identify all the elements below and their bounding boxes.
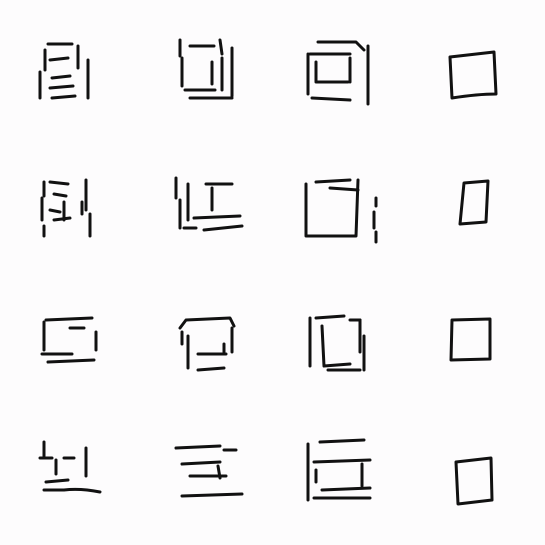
- closed-outline: [448, 50, 498, 100]
- closed-outline: [458, 179, 490, 226]
- cell-r2-c1: [40, 178, 92, 238]
- stroke-fragment: [196, 366, 226, 372]
- stroke-fragment: [48, 208, 62, 214]
- stroke-fragment: [318, 438, 366, 444]
- stroke-fragment: [48, 180, 70, 186]
- cell-r2-c2: [174, 176, 244, 232]
- cell-r4-c2: [174, 444, 244, 498]
- stroke-fragment: [320, 324, 352, 368]
- shape-grid: [38, 38, 498, 506]
- stroke-fragment: [52, 216, 72, 222]
- cell-r3-c1: [40, 316, 98, 364]
- stroke-fragment: [314, 178, 352, 184]
- cell-r4-c4: [454, 456, 494, 506]
- stroke-fragment: [174, 444, 222, 450]
- cell-r3-c2: [178, 316, 236, 372]
- stroke-fragment: [178, 316, 236, 330]
- stroke-fragment: [218, 38, 224, 56]
- stroke-fragment: [44, 478, 70, 484]
- stroke-fragment: [216, 464, 222, 480]
- cell-r4-c3: [306, 438, 372, 502]
- cell-r2-c3: [304, 178, 378, 244]
- cell-r1-c3: [306, 40, 370, 106]
- stroke-fragment: [50, 94, 77, 100]
- stroke-fragment: [48, 84, 75, 90]
- stroke-fragment: [314, 314, 346, 320]
- cell-r3-c4: [449, 317, 492, 362]
- cell-r2-c4: [458, 179, 490, 226]
- cell-r4-c1: [38, 440, 102, 494]
- stroke-fragment: [314, 60, 350, 84]
- stroke-fragment: [192, 214, 242, 220]
- stroke-fragment: [48, 56, 70, 62]
- stroke-fragment: [180, 492, 244, 498]
- cell-r1-c2: [178, 38, 234, 100]
- stroke-fragment: [320, 486, 372, 492]
- stroke-fragment: [202, 224, 244, 232]
- stroke-fragment: [50, 74, 72, 80]
- stroke-fragment: [328, 186, 360, 192]
- stroke-fragment: [180, 460, 222, 466]
- stroke-fragment: [46, 358, 96, 364]
- stroke-fragment: [316, 40, 366, 52]
- cell-r1-c4: [448, 50, 498, 100]
- cell-r3-c3: [308, 314, 366, 372]
- cell-r1-c1: [38, 42, 90, 100]
- stroke-fragment: [310, 96, 352, 102]
- stroke-fragment: [52, 192, 68, 198]
- closed-outline: [454, 456, 494, 506]
- stroke-fragment: [312, 458, 372, 464]
- closed-outline: [449, 317, 492, 362]
- stroke-fragment: [44, 316, 94, 322]
- stroke-fragment: [42, 487, 102, 494]
